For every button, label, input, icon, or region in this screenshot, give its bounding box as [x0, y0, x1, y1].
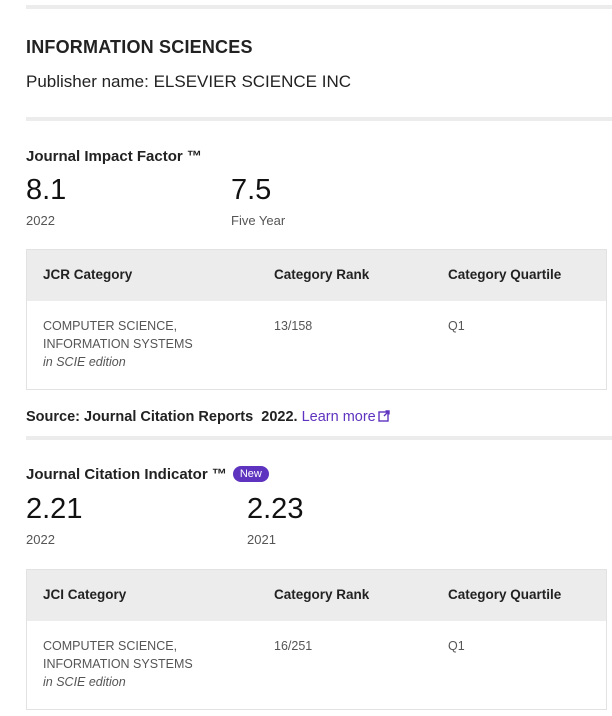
column-header: Category Rank — [274, 587, 370, 602]
learn-more-link[interactable]: Learn more — [302, 409, 390, 425]
column-header: Category Rank — [274, 267, 370, 282]
jci-title-row: Journal Citation Indicator ™ New — [26, 466, 269, 483]
column-header: Category Quartile — [448, 267, 562, 282]
jci-previous-value: 2.23 — [247, 493, 304, 525]
category-name-line2: INFORMATION SYSTEMS — [43, 657, 193, 671]
jif-title: Journal Impact Factor ™ — [26, 148, 202, 165]
column-header: JCI Category — [43, 587, 127, 602]
quartile-cell: Q1 — [448, 319, 465, 333]
quartile-cell: Q1 — [448, 639, 465, 653]
rank-cell: 13/158 — [274, 319, 313, 333]
jci-value: 2.21 — [26, 493, 83, 525]
category-name-line1: COMPUTER SCIENCE, — [43, 639, 178, 653]
jif-value: 8.1 — [26, 174, 67, 206]
jif-five-year-label: Five Year — [231, 213, 286, 228]
category-cell: COMPUTER SCIENCE, INFORMATION SYSTEMS in… — [43, 637, 193, 691]
section-divider — [26, 117, 612, 121]
table-header: JCI Category Category Rank Category Quar… — [27, 570, 606, 621]
table-header: JCR Category Category Rank Category Quar… — [27, 250, 606, 301]
publisher-name: Publisher name: ELSEVIER SCIENCE INC — [26, 72, 352, 91]
jif-year-label: 2022 — [26, 213, 55, 228]
edition-label: in SCIE edition — [43, 675, 126, 689]
external-link-icon — [378, 410, 390, 422]
jci-year-label: 2022 — [26, 532, 55, 547]
edition-label: in SCIE edition — [43, 355, 126, 369]
category-cell: COMPUTER SCIENCE, INFORMATION SYSTEMS in… — [43, 317, 193, 371]
source-text: Source: Journal Citation Reports 2022. — [26, 409, 298, 425]
category-name-line1: COMPUTER SCIENCE, — [43, 319, 178, 333]
jcr-category-table: JCR Category Category Rank Category Quar… — [26, 249, 607, 390]
jci-previous-year-label: 2021 — [247, 532, 276, 547]
rank-cell: 16/251 — [274, 639, 313, 653]
jci-category-table: JCI Category Category Rank Category Quar… — [26, 569, 607, 710]
category-name-line2: INFORMATION SYSTEMS — [43, 337, 193, 351]
jci-title: Journal Citation Indicator ™ — [26, 466, 227, 483]
top-divider — [26, 5, 612, 9]
new-badge: New — [232, 466, 269, 482]
journal-title: INFORMATION SCIENCES — [26, 37, 253, 57]
section-divider — [26, 436, 612, 440]
source-line: Source: Journal Citation Reports 2022. L… — [26, 409, 390, 425]
column-header: Category Quartile — [448, 587, 562, 602]
jif-five-year-value: 7.5 — [231, 174, 272, 206]
column-header: JCR Category — [43, 267, 133, 282]
